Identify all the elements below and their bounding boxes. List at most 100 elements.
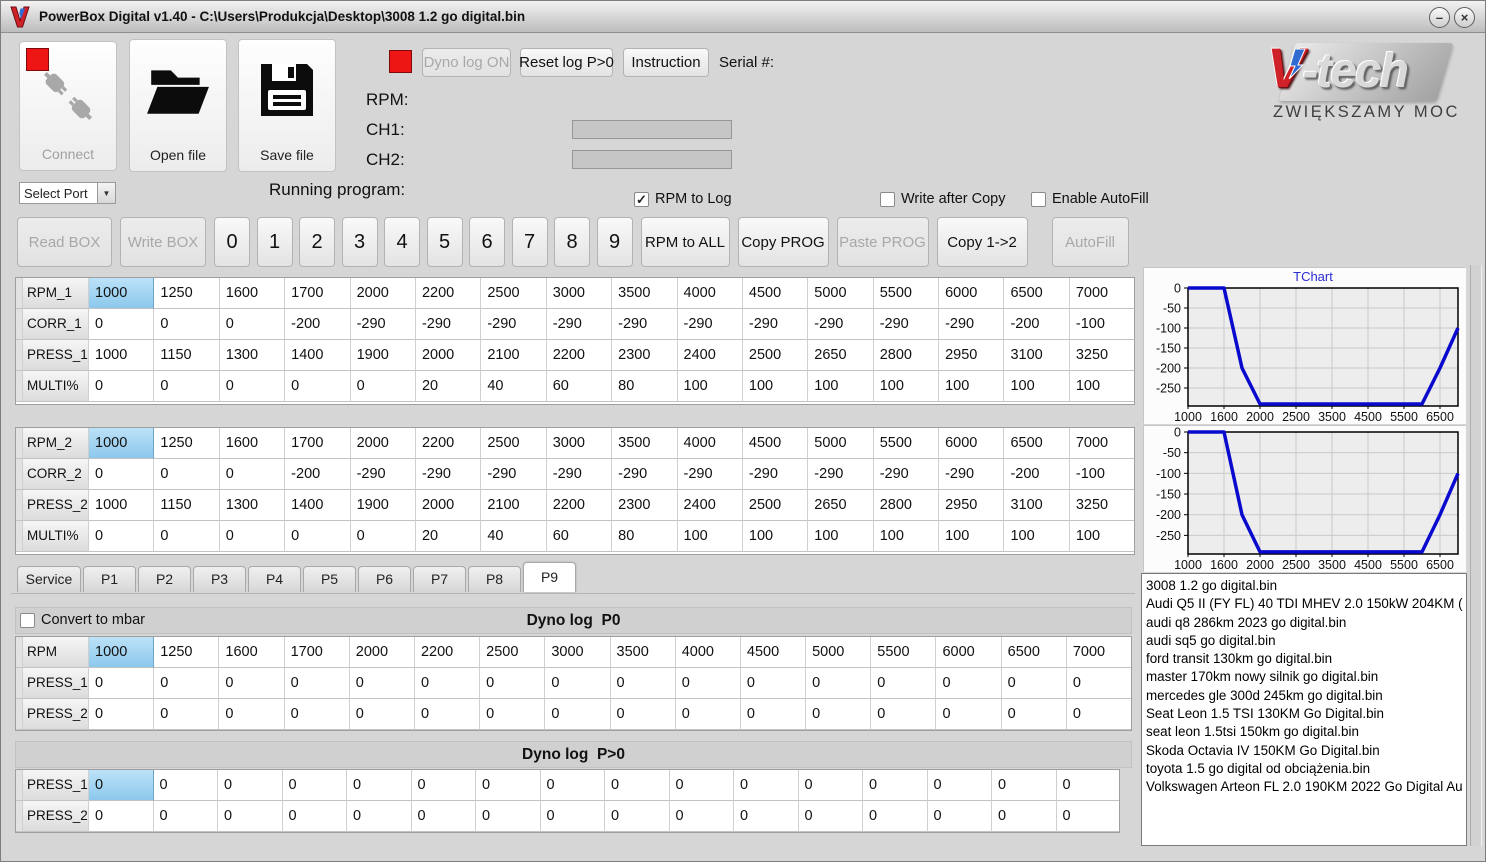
cell[interactable]: 0 — [219, 309, 286, 340]
cell[interactable]: 100 — [939, 371, 1005, 402]
cell[interactable]: 7000 — [1066, 637, 1131, 668]
cell[interactable]: 0 — [349, 699, 415, 730]
cell[interactable]: 5500 — [871, 637, 937, 668]
prog-button-1[interactable]: 1 — [256, 217, 293, 267]
cell[interactable]: -290 — [612, 459, 678, 490]
cell[interactable]: 0 — [871, 699, 937, 730]
cell[interactable]: 0 — [1066, 668, 1131, 699]
cell[interactable]: -290 — [939, 309, 1005, 340]
cell[interactable]: 0 — [411, 801, 476, 832]
cell[interactable]: 1900 — [350, 340, 416, 371]
tab-p3[interactable]: P3 — [193, 566, 246, 592]
cell[interactable]: 0 — [992, 801, 1057, 832]
cell[interactable]: 0 — [863, 801, 928, 832]
enable-autofill-checkbox[interactable]: Enable AutoFill — [1031, 191, 1149, 207]
cell[interactable]: 0 — [806, 668, 872, 699]
cell[interactable]: 0 — [675, 668, 741, 699]
tab-service[interactable]: Service — [17, 566, 81, 592]
cell[interactable]: 3000 — [545, 637, 611, 668]
cell[interactable]: -200 — [285, 459, 351, 490]
cell[interactable]: -200 — [1004, 459, 1070, 490]
cell[interactable]: 0 — [545, 668, 611, 699]
cell[interactable]: 2650 — [808, 340, 874, 371]
cell[interactable]: 2000 — [415, 490, 482, 521]
cell[interactable]: 0 — [1001, 668, 1067, 699]
cell[interactable]: -100 — [1069, 309, 1134, 340]
cell[interactable]: -290 — [415, 309, 482, 340]
cell[interactable]: 3250 — [1069, 340, 1134, 371]
instruction-button[interactable]: Instruction — [623, 48, 709, 77]
cell[interactable]: 0 — [740, 699, 807, 730]
convert-to-mbar-checkbox[interactable]: Convert to mbar — [20, 612, 145, 628]
cell[interactable]: -290 — [350, 459, 416, 490]
chevron-down-icon[interactable]: ▼ — [97, 183, 115, 203]
cell[interactable]: 1300 — [219, 340, 286, 371]
cell[interactable]: 0 — [154, 699, 220, 730]
cell[interactable]: -290 — [677, 459, 743, 490]
cell[interactable]: 0 — [89, 521, 155, 552]
cell[interactable]: 0 — [605, 801, 670, 832]
cell[interactable]: 0 — [1066, 699, 1131, 730]
write-box-button[interactable]: Write BOX — [120, 217, 206, 267]
cell[interactable]: 0 — [605, 770, 670, 801]
cell[interactable]: 0 — [540, 770, 605, 801]
cell[interactable]: 0 — [154, 371, 220, 402]
cell[interactable]: 0 — [927, 801, 992, 832]
cell[interactable]: 6500 — [1001, 637, 1067, 668]
cell[interactable]: 0 — [347, 770, 412, 801]
prog-button-6[interactable]: 6 — [469, 217, 505, 267]
cell[interactable]: 6000 — [936, 637, 1002, 668]
open-file-button[interactable]: Open file — [129, 39, 227, 172]
reset-log-button[interactable]: Reset log P>0 — [519, 48, 614, 77]
cell[interactable]: 80 — [612, 521, 678, 552]
cell[interactable]: 1400 — [285, 490, 351, 521]
cell[interactable]: 6000 — [939, 278, 1005, 309]
prog-button-2[interactable]: 2 — [299, 217, 335, 267]
cell[interactable]: 2500 — [742, 340, 809, 371]
cell[interactable]: 0 — [219, 371, 286, 402]
tab-p8[interactable]: P8 — [468, 566, 521, 592]
cell[interactable]: 1700 — [284, 637, 350, 668]
cell[interactable]: -290 — [742, 459, 809, 490]
cell[interactable]: 0 — [798, 770, 863, 801]
cell[interactable]: 1000 — [89, 340, 155, 371]
cell[interactable]: 1250 — [154, 428, 220, 459]
cell[interactable]: 0 — [480, 699, 546, 730]
cell[interactable]: 0 — [414, 699, 481, 730]
cell[interactable]: 0 — [89, 770, 154, 801]
cell[interactable]: 0 — [806, 699, 872, 730]
prog-button-0[interactable]: 0 — [214, 217, 250, 267]
cell[interactable]: 2800 — [873, 490, 940, 521]
cell[interactable]: -290 — [546, 459, 613, 490]
cell[interactable]: 0 — [1001, 699, 1067, 730]
cell[interactable]: 0 — [89, 668, 155, 699]
cell[interactable]: 0 — [154, 459, 220, 490]
cell[interactable]: 60 — [546, 521, 613, 552]
cell[interactable]: 0 — [411, 770, 476, 801]
cell[interactable]: 4000 — [675, 637, 741, 668]
cell[interactable]: -200 — [1004, 309, 1070, 340]
cell[interactable]: 2000 — [349, 637, 415, 668]
file-list-item[interactable]: 3008 1.2 go digital.bin — [1146, 577, 1466, 595]
cell[interactable]: 1300 — [219, 490, 286, 521]
cell[interactable]: 2100 — [481, 490, 547, 521]
minimize-button[interactable]: – — [1429, 7, 1450, 28]
cell[interactable]: 0 — [219, 699, 285, 730]
cell[interactable]: 2500 — [481, 278, 547, 309]
cell[interactable]: 1000 — [89, 490, 155, 521]
cell[interactable]: 2000 — [415, 340, 482, 371]
connect-button[interactable]: Connect — [19, 41, 117, 171]
cell[interactable]: 0 — [218, 770, 283, 801]
cell[interactable]: 3500 — [612, 278, 678, 309]
cell[interactable]: 0 — [1056, 801, 1119, 832]
autofill-button[interactable]: AutoFill — [1051, 217, 1129, 267]
cell[interactable]: 1000 — [89, 637, 155, 668]
cell[interactable]: 7000 — [1069, 428, 1134, 459]
cell[interactable]: 2200 — [414, 637, 481, 668]
cell[interactable]: 0 — [89, 801, 154, 832]
cell[interactable]: 1700 — [285, 428, 351, 459]
cell[interactable]: 6500 — [1004, 278, 1070, 309]
prog-button-5[interactable]: 5 — [426, 217, 463, 267]
tab-p4[interactable]: P4 — [248, 566, 301, 592]
file-list-item[interactable]: toyota 1.5 go digital od obciążenia.bin — [1146, 760, 1466, 778]
